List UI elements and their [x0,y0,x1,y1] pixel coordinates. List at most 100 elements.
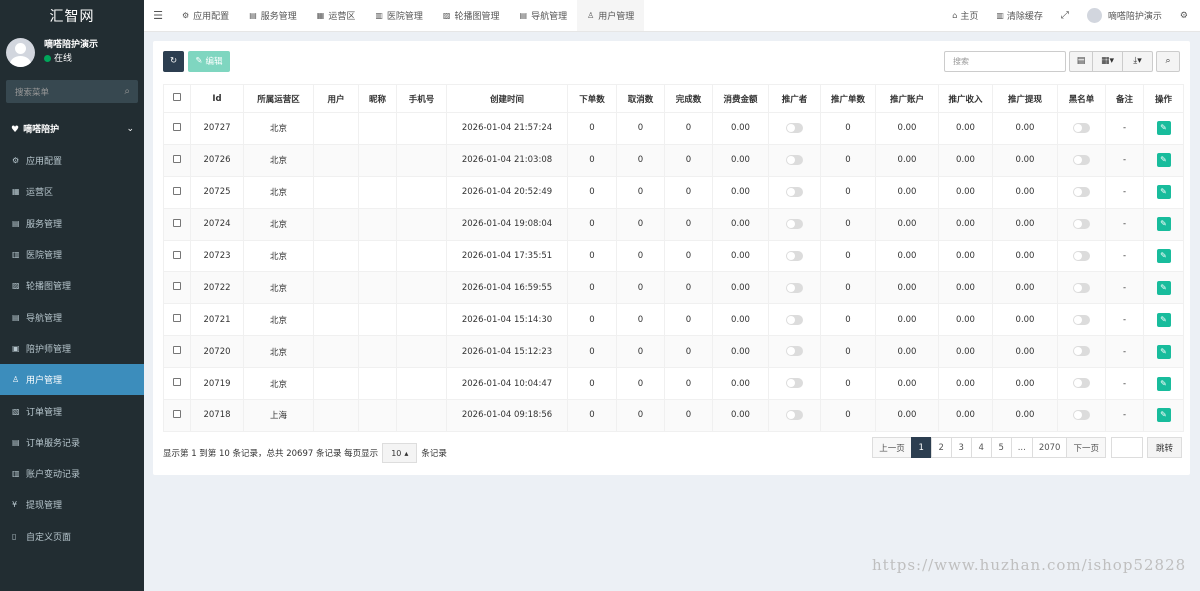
tab-7[interactable]: ♙ 用户管理 [577,0,645,31]
page-button[interactable]: 1 [910,437,932,458]
column-header[interactable]: 手机号 [396,84,447,113]
column-header[interactable]: 推广收入 [938,84,993,113]
blacklist-toggle[interactable] [1073,250,1090,261]
tab-3[interactable]: ▦ 运营区 [307,0,366,31]
column-header[interactable]: 推广者 [768,84,821,113]
column-header[interactable]: 完成数 [664,84,713,113]
blacklist-toggle[interactable] [1073,282,1090,293]
columns-button[interactable]: ▦▾ [1092,50,1123,72]
page-button[interactable]: 5 [990,437,1012,458]
prev-page-button[interactable]: 上一页 [872,437,912,458]
user-menu[interactable]: 嘀嗒陪护演示 [1078,8,1171,23]
column-header[interactable]: 消费金额 [712,84,769,113]
sidebar-item-3[interactable]: ▤ 服务管理 [0,208,144,239]
page-size-dropdown[interactable]: 10 ▴ [382,443,418,463]
edit-row-button[interactable]: ✎ [1156,344,1171,359]
next-page-button[interactable]: 下一页 [1066,437,1106,458]
clear-cache-button[interactable]: ▥ 清除缓存 [987,9,1052,22]
page-button[interactable]: 2 [930,437,952,458]
edit-row-button[interactable]: ✎ [1156,185,1171,200]
sidebar-item-7[interactable]: ▣ 陪护师管理 [0,333,144,364]
row-checkbox[interactable] [173,186,181,195]
edit-row-button[interactable]: ✎ [1156,121,1171,136]
row-checkbox[interactable] [173,250,181,259]
blacklist-toggle[interactable] [1073,155,1090,166]
page-button[interactable]: 4 [970,437,992,458]
fullscreen-icon[interactable]: ⤢ [1052,10,1078,21]
toggle-view-button[interactable]: ▤ [1069,50,1093,72]
promoter-toggle[interactable] [786,410,803,421]
menu-toggle-icon[interactable]: ☰ [144,0,172,31]
jump-page-input[interactable] [1110,437,1143,458]
promoter-toggle[interactable] [786,378,803,389]
blacklist-toggle[interactable] [1073,378,1090,389]
row-checkbox[interactable] [173,409,181,418]
column-header[interactable]: 推广账户 [875,84,939,113]
select-all-checkbox[interactable] [173,93,181,101]
table-search-input[interactable]: 搜索 [944,50,1066,72]
row-checkbox[interactable] [173,378,181,387]
promoter-toggle[interactable] [786,314,803,325]
edit-button[interactable]: ✎ 编辑 [188,50,230,72]
settings-icon[interactable]: ⚙ [1171,11,1200,21]
blacklist-toggle[interactable] [1073,218,1090,229]
export-button[interactable]: ⤓▾ [1122,50,1153,72]
blacklist-toggle[interactable] [1073,410,1090,421]
menu-group-header[interactable]: ♥ 嘀嗒陪护 ⌄ [0,112,144,145]
promoter-toggle[interactable] [786,346,803,357]
column-header[interactable]: 操作 [1143,84,1184,113]
row-checkbox[interactable] [173,154,181,163]
edit-row-button[interactable]: ✎ [1156,280,1171,295]
column-header[interactable]: 推广提现 [992,84,1058,113]
row-checkbox[interactable] [173,218,181,227]
sidebar-item-9[interactable]: ▧ 订单管理 [0,395,144,426]
page-button[interactable]: 2070 [1031,437,1068,458]
sidebar-item-13[interactable]: ▯ 自定义页面 [0,521,144,552]
column-header[interactable]: 所属运营区 [243,84,314,113]
tab-1[interactable]: ⚙ 应用配置 [172,0,239,31]
sidebar-item-4[interactable]: ▥ 医院管理 [0,239,144,270]
promoter-toggle[interactable] [786,186,803,197]
column-header[interactable]: 取消数 [616,84,665,113]
sidebar-item-1[interactable]: ⚙ 应用配置 [0,145,144,176]
sidebar-item-10[interactable]: ▤ 订单服务记录 [0,427,144,458]
sidebar-item-12[interactable]: ¥ 提现管理 [0,489,144,520]
edit-row-button[interactable]: ✎ [1156,249,1171,263]
edit-row-button[interactable]: ✎ [1156,312,1171,327]
home-link[interactable]: ⌂ 主页 [943,9,987,22]
column-header[interactable]: 昵称 [358,84,397,113]
sidebar-item-2[interactable]: ▦ 运营区 [0,176,144,207]
promoter-toggle[interactable] [786,218,803,229]
row-checkbox[interactable] [173,122,181,131]
page-button[interactable]: 3 [950,437,972,458]
search-icon[interactable]: ⌕ [124,86,130,97]
edit-row-button[interactable]: ✎ [1156,153,1171,168]
edit-row-button[interactable]: ✎ [1156,408,1171,423]
sidebar-item-11[interactable]: ▥ 账户变动记录 [0,458,144,489]
jump-button[interactable]: 跳转 [1146,437,1182,458]
blacklist-toggle[interactable] [1073,346,1090,357]
tab-2[interactable]: ▤ 服务管理 [239,0,307,31]
menu-search-input[interactable]: 搜索菜单 ⌕ [6,80,138,103]
blacklist-toggle[interactable] [1073,186,1090,197]
column-header[interactable]: 创建时间 [446,84,568,113]
blacklist-toggle[interactable] [1073,123,1090,134]
promoter-toggle[interactable] [786,250,803,261]
promoter-toggle[interactable] [786,155,803,166]
row-checkbox[interactable] [173,282,181,291]
advanced-search-button[interactable]: ⌕ [1156,50,1180,72]
sidebar-item-8[interactable]: ♙ 用户管理 [0,364,144,396]
tab-5[interactable]: ▨ 轮播图管理 [433,0,510,31]
tab-4[interactable]: ▥ 医院管理 [365,0,433,31]
refresh-button[interactable]: ↻ [163,50,184,72]
column-header[interactable]: 备注 [1105,84,1144,113]
blacklist-toggle[interactable] [1073,314,1090,325]
column-header[interactable]: 用户 [313,84,359,113]
sidebar-item-5[interactable]: ▨ 轮播图管理 [0,270,144,301]
app-logo[interactable]: 汇智网 [0,0,144,32]
promoter-toggle[interactable] [786,123,803,134]
tab-6[interactable]: ▤ 导航管理 [510,0,578,31]
column-header[interactable]: 黑名单 [1057,84,1106,113]
promoter-toggle[interactable] [786,282,803,293]
column-header[interactable]: Id [190,84,244,113]
